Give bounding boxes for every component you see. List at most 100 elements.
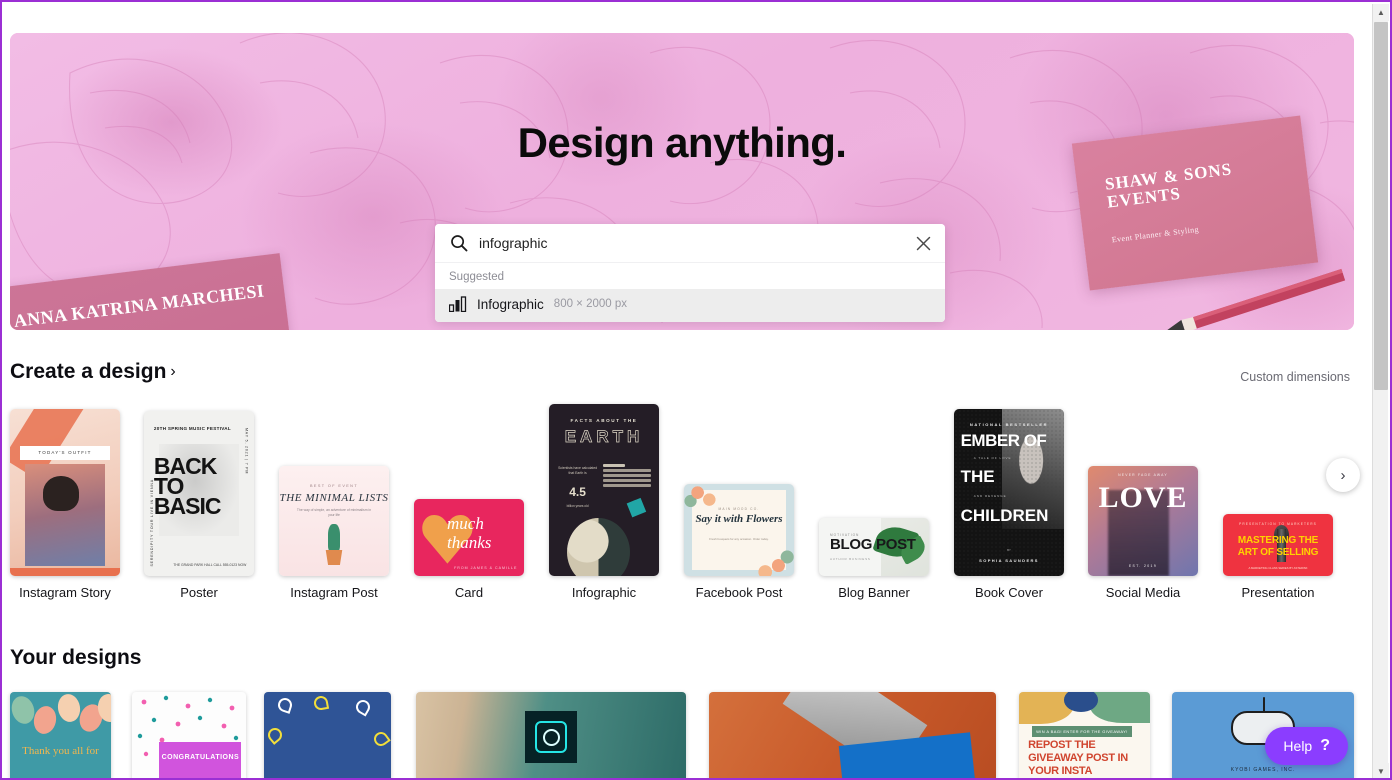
page-title: Create a design [10, 360, 167, 383]
carousel-next-button[interactable]: › [1326, 458, 1360, 492]
chevron-right-icon: › [1340, 466, 1346, 484]
template-label: Infographic [571, 585, 637, 600]
template-card-presentation[interactable]: PRESENTATION TO MARKETERS MASTERING THE … [1223, 514, 1333, 600]
art-photo [25, 464, 105, 566]
art-side-right: MAY 5, 2021 | 7 PM [244, 427, 249, 474]
art-subtitle: Fresh bouquets for any occasion. Order t… [709, 537, 769, 542]
art-streamer [276, 696, 294, 714]
search-bar[interactable] [435, 224, 945, 262]
vertical-scrollbar[interactable]: ▲ ▼ [1372, 4, 1389, 778]
template-label: Instagram Story [19, 585, 111, 600]
create-a-design-header[interactable]: Create a design › [10, 360, 176, 384]
your-designs-list: Thank you all for CONGRATULATIONS WIN A … [2, 692, 1376, 778]
page-content: ANNA KATRINA MARCHESI Event Planner SHAW… [2, 2, 1376, 778]
template-label: Instagram Post [290, 585, 378, 600]
template-carousel: TODAY'S OUTFIT Instagram Story 20TH SPRI… [2, 400, 1376, 600]
your-designs-title: Your designs [10, 646, 142, 669]
design-text: Thank you all for [22, 745, 99, 757]
template-thumbnail: BEST OF EVENT THE MINIMAL LISTS The way … [279, 466, 389, 576]
template-thumbnail: TODAY'S OUTFIT [10, 409, 120, 576]
art-satellite [626, 497, 648, 519]
art-streamer [265, 725, 285, 745]
template-label: Social Media [1105, 585, 1181, 600]
custom-dimensions-link[interactable]: Custom dimensions [1240, 370, 1350, 384]
template-label: Book Cover [975, 585, 1043, 600]
template-card-social-media[interactable]: NEVER FADE AWAY LOVE EST. 2019 Social Me… [1088, 466, 1198, 600]
art-tag1: A TALE OF LOVE [973, 455, 1012, 460]
art-side-left: SERENDIPITY TOUR LIVE IN VIENNA [149, 478, 154, 567]
scrollbar-thumb[interactable] [1374, 22, 1388, 390]
art-by-label: BY [1007, 547, 1011, 552]
hero-banner: ANNA KATRINA MARCHESI Event Planner SHAW… [10, 33, 1354, 330]
template-card-infographic[interactable]: FACTS ABOUT THE EARTH Scientists have ca… [549, 404, 659, 600]
art-cactus [327, 524, 341, 551]
browser-page: ANNA KATRINA MARCHESI Event Planner SHAW… [0, 0, 1392, 780]
template-card-book-cover[interactable]: NATIONAL BESTSELLER EMBER OF A TALE OF L… [954, 409, 1064, 600]
art-title: THE MINIMAL LISTS [279, 492, 389, 505]
art-footer: EST. 2019 [1128, 564, 1158, 569]
art-lead2: billion years old [566, 503, 589, 508]
template-card-facebook-post[interactable]: MAIN MOOD CO. Say it with Flowers Fresh … [684, 484, 794, 600]
template-thumbnail: NEVER FADE AWAY LOVE EST. 2019 [1088, 466, 1198, 576]
scroll-up-button[interactable]: ▲ [1373, 4, 1389, 21]
art-author: SOPHIA SAUNDERS [979, 557, 1039, 563]
search-container: Suggested Infographic 800 × 2000 px [435, 224, 945, 322]
design-item-blue-confetti[interactable] [264, 692, 391, 778]
design-text: KYOBI GAMES, INC. [1230, 767, 1296, 773]
art-title-line3: CHILDREN [960, 505, 1049, 525]
template-thumbnail: MOTIVATION BLOG POST AUTHOR BUSINESS [819, 518, 929, 576]
design-item-congratulations[interactable]: CONGRATULATIONS [132, 692, 246, 778]
template-card-blog-banner[interactable]: MOTIVATION BLOG POST AUTHOR BUSINESS Blo… [819, 518, 929, 600]
clear-search-button[interactable] [911, 231, 935, 255]
hero-title: Design anything. [517, 119, 847, 166]
art-title: MASTERING THE ART OF SELLING [1237, 535, 1319, 558]
art-title: LOVE [1098, 480, 1188, 514]
design-text: REPOST THE GIVEAWAY POST IN YOUR INSTA [1028, 738, 1128, 777]
scroll-down-button[interactable]: ▼ [1373, 763, 1389, 778]
search-input[interactable] [469, 235, 911, 251]
art-title: much thanks [447, 514, 492, 553]
art-kicker: BEST OF EVENT [309, 483, 359, 488]
template-card-instagram-post[interactable]: BEST OF EVENT THE MINIMAL LISTS The way … [279, 466, 389, 600]
design-item-thank-you[interactable]: Thank you all for [10, 692, 111, 778]
design-item-giveaway[interactable]: WIN A BAG! ENTER FOR THE GIVEAWAY! REPOS… [1019, 692, 1150, 778]
art-globe [566, 517, 631, 576]
art-kicker: PRESENTATION TO MARKETERS [1239, 522, 1317, 527]
question-mark-icon: ? [1320, 737, 1330, 754]
art-flowers-top [684, 484, 722, 508]
chevron-right-icon: › [170, 363, 176, 380]
art-kicker: FACTS ABOUT THE [570, 417, 638, 423]
bar-chart-icon [449, 296, 467, 312]
art-stats [602, 464, 652, 489]
template-card-instagram-story[interactable]: TODAY'S OUTFIT Instagram Story [10, 409, 120, 600]
template-thumbnail: PRESENTATION TO MARKETERS MASTERING THE … [1223, 514, 1333, 576]
art-footer-bar [10, 567, 120, 576]
design-text: CONGRATULATIONS [161, 754, 240, 762]
template-card-card[interactable]: much thanks FROM JAMES & CAMILLE Card [414, 499, 524, 600]
art-title: BLOG POST [830, 536, 916, 554]
art-streamer [312, 694, 330, 712]
art-subtitle: The way of simple, an adventure of minim… [296, 507, 372, 517]
art-title: EARTH [564, 427, 644, 447]
template-thumbnail: NATIONAL BESTSELLER EMBER OF A TALE OF L… [954, 409, 1064, 576]
art-egg [31, 704, 59, 736]
help-button[interactable]: Help ? [1265, 727, 1348, 765]
art-kicker: MAIN MOOD CO. [718, 507, 760, 511]
art-subtitle: AUTHOR BUSINESS [830, 557, 871, 562]
suggestion-item-infographic[interactable]: Infographic 800 × 2000 px [435, 289, 945, 322]
art-from: FROM JAMES & CAMILLE [454, 565, 518, 570]
art-shape [1063, 692, 1098, 712]
art-header: TODAY'S OUTFIT [19, 445, 111, 460]
template-label: Presentation [1241, 585, 1315, 600]
template-card-poster[interactable]: 20TH SPRING MUSIC FESTIVAL BACK TO BASIC… [144, 411, 254, 600]
design-item-beach-camera[interactable] [416, 692, 686, 778]
design-item-orange-photo[interactable] [709, 692, 996, 778]
card-right-role: Event Planner & Styling [1111, 224, 1200, 245]
template-label: Poster [180, 585, 218, 600]
art-number: 4.5 [569, 484, 586, 499]
camera-icon [535, 721, 567, 753]
art-kicker: NATIONAL BESTSELLER [969, 421, 1049, 427]
art-streamer [371, 729, 391, 749]
search-icon [451, 235, 468, 252]
template-thumbnail: much thanks FROM JAMES & CAMILLE [414, 499, 524, 576]
